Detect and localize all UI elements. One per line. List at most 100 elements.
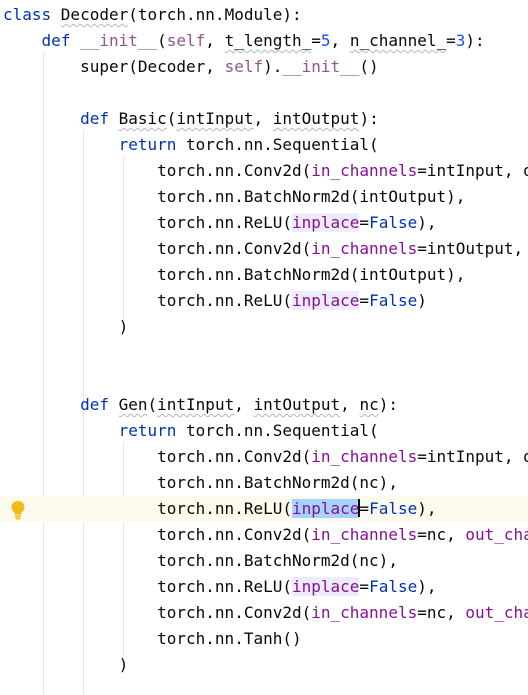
code-line[interactable]: super(Decoder, self).__init__() xyxy=(0,54,528,80)
code-token: , xyxy=(253,109,273,128)
code-token: self xyxy=(166,31,206,50)
code-text: torch.nn.Conv2d(in_channels=intInput, ou… xyxy=(3,444,528,470)
code-line-current[interactable]: torch.nn.ReLU(inplace=False), xyxy=(0,496,528,522)
code-token: inplace xyxy=(291,213,360,232)
code-text: torch.nn.BatchNorm2d(intOutput), xyxy=(3,262,465,288)
code-text: torch.nn.Conv2d(in_channels=intOutput, o… xyxy=(3,236,528,262)
code-token: torch.nn.ReLU( xyxy=(3,213,292,232)
code-token: = xyxy=(359,291,370,310)
code-text: torch.nn.Conv2d(in_channels=intInput, ou… xyxy=(3,158,528,184)
code-token: in_channels xyxy=(311,447,418,466)
code-token: ( xyxy=(157,31,167,50)
code-token: ). xyxy=(263,57,283,76)
code-token: Basic xyxy=(118,109,167,128)
code-line[interactable] xyxy=(0,80,528,106)
code-token: = xyxy=(446,31,456,50)
code-line[interactable]: torch.nn.ReLU(inplace=False) xyxy=(0,288,528,314)
code-token: in_channels xyxy=(311,239,418,258)
code-token: ): xyxy=(378,395,398,414)
code-token: __init__ xyxy=(80,31,158,50)
code-token: False xyxy=(369,213,418,232)
code-line[interactable]: return torch.nn.Sequential( xyxy=(0,418,528,444)
code-token: , xyxy=(234,395,254,414)
code-token: =intOutput, out_channels=intOutput, kern… xyxy=(417,239,524,258)
code-token: in_channels xyxy=(311,525,418,544)
code-token: = xyxy=(359,499,370,518)
code-token: torch.nn.Conv2d( xyxy=(3,447,312,466)
code-token: in_channels xyxy=(311,161,418,180)
code-token: nc xyxy=(359,395,379,414)
code-token: Decoder xyxy=(60,5,129,24)
code-text: ) xyxy=(3,652,129,678)
code-line[interactable]: torch.nn.BatchNorm2d(intOutput), xyxy=(0,184,528,210)
code-token: inplace xyxy=(291,499,360,518)
code-text: torch.nn.BatchNorm2d(nc), xyxy=(3,470,398,496)
code-token: , xyxy=(330,31,350,50)
code-token: __init__ xyxy=(282,57,360,76)
code-line[interactable]: def Basic(intInput, intOutput): xyxy=(0,106,528,132)
code-line[interactable]: torch.nn.ReLU(inplace=False), xyxy=(0,574,528,600)
code-line[interactable]: ) xyxy=(0,652,528,678)
code-line[interactable]: torch.nn.BatchNorm2d(nc), xyxy=(0,470,528,496)
code-token: torch.nn.Sequential( xyxy=(186,421,379,440)
code-line[interactable]: torch.nn.Conv2d(in_channels=intInput, ou… xyxy=(0,158,528,184)
code-text: def __init__(self, t_length_=5, n_channe… xyxy=(3,28,485,54)
code-token: t_length_ xyxy=(224,31,312,50)
code-token: ( xyxy=(166,109,177,128)
code-text: torch.nn.BatchNorm2d(nc), xyxy=(3,548,398,574)
code-line[interactable]: torch.nn.Conv2d(in_channels=nc, out_chan… xyxy=(0,522,528,548)
code-token: intInput xyxy=(157,395,235,414)
code-editor[interactable]: class Decoder(torch.nn.Module): def __in… xyxy=(0,0,528,695)
code-token: intInput xyxy=(176,109,254,128)
code-line[interactable]: torch.nn.Conv2d(in_channels=nc, out_chan… xyxy=(0,600,528,626)
code-text: return torch.nn.Sequential( xyxy=(3,132,379,158)
code-token: =nc, xyxy=(417,525,466,544)
code-text: return torch.nn.Sequential( xyxy=(3,418,379,444)
code-line[interactable]: class Decoder(torch.nn.Module): xyxy=(0,2,528,28)
code-token: 3 xyxy=(455,31,466,50)
code-text: ) xyxy=(3,314,129,340)
code-line[interactable]: def __init__(self, t_length_=5, n_channe… xyxy=(0,28,528,54)
code-token: False xyxy=(369,577,418,596)
code-line[interactable] xyxy=(0,366,528,392)
code-token: False xyxy=(369,291,418,310)
code-token: , xyxy=(340,395,360,414)
code-token: = xyxy=(311,31,321,50)
code-token: False xyxy=(369,499,418,518)
code-token: Gen xyxy=(118,395,148,414)
code-token: inplace xyxy=(291,291,360,310)
code-token: return xyxy=(118,421,187,440)
code-line[interactable]: return torch.nn.Sequential( xyxy=(0,132,528,158)
code-token: 5 xyxy=(320,31,331,50)
code-line[interactable]: torch.nn.BatchNorm2d(intOutput), xyxy=(0,262,528,288)
code-line[interactable]: torch.nn.Conv2d(in_channels=intOutput, o… xyxy=(0,236,528,262)
code-token: , xyxy=(205,31,225,50)
code-token: = xyxy=(359,577,370,596)
code-token: () xyxy=(359,57,379,76)
code-token: out_channels xyxy=(465,525,528,544)
code-text: torch.nn.BatchNorm2d(intOutput), xyxy=(3,184,465,210)
code-line[interactable]: torch.nn.Tanh() xyxy=(0,626,528,652)
code-line[interactable]: torch.nn.Conv2d(in_channels=intInput, ou… xyxy=(0,444,528,470)
code-token: =intInput, out_channels=nc, kernel_size=… xyxy=(417,447,528,466)
code-token: intOutput xyxy=(253,395,341,414)
code-token: torch.nn.BatchNorm2d(intOutput), xyxy=(3,187,466,206)
code-token: torch.nn.Conv2d( xyxy=(3,525,312,544)
code-line[interactable]: torch.nn.ReLU(inplace=False), xyxy=(0,210,528,236)
code-token: =intInput, out_channels=intOutput, kerne… xyxy=(417,161,528,180)
code-token: torch.nn.BatchNorm2d(nc), xyxy=(3,551,398,570)
code-line[interactable]: torch.nn.BatchNorm2d(nc), xyxy=(0,548,528,574)
code-token: ): xyxy=(359,109,379,128)
code-text: def Gen(intInput, intOutput, nc): xyxy=(3,392,398,418)
lightbulb-icon[interactable] xyxy=(10,500,26,520)
code-line[interactable]: def Gen(intInput, intOutput, nc): xyxy=(0,392,528,418)
code-token: torch.nn.Sequential( xyxy=(186,135,379,154)
code-line[interactable]: ) xyxy=(0,314,528,340)
code-token: ) xyxy=(3,317,129,336)
code-line[interactable] xyxy=(0,340,528,366)
